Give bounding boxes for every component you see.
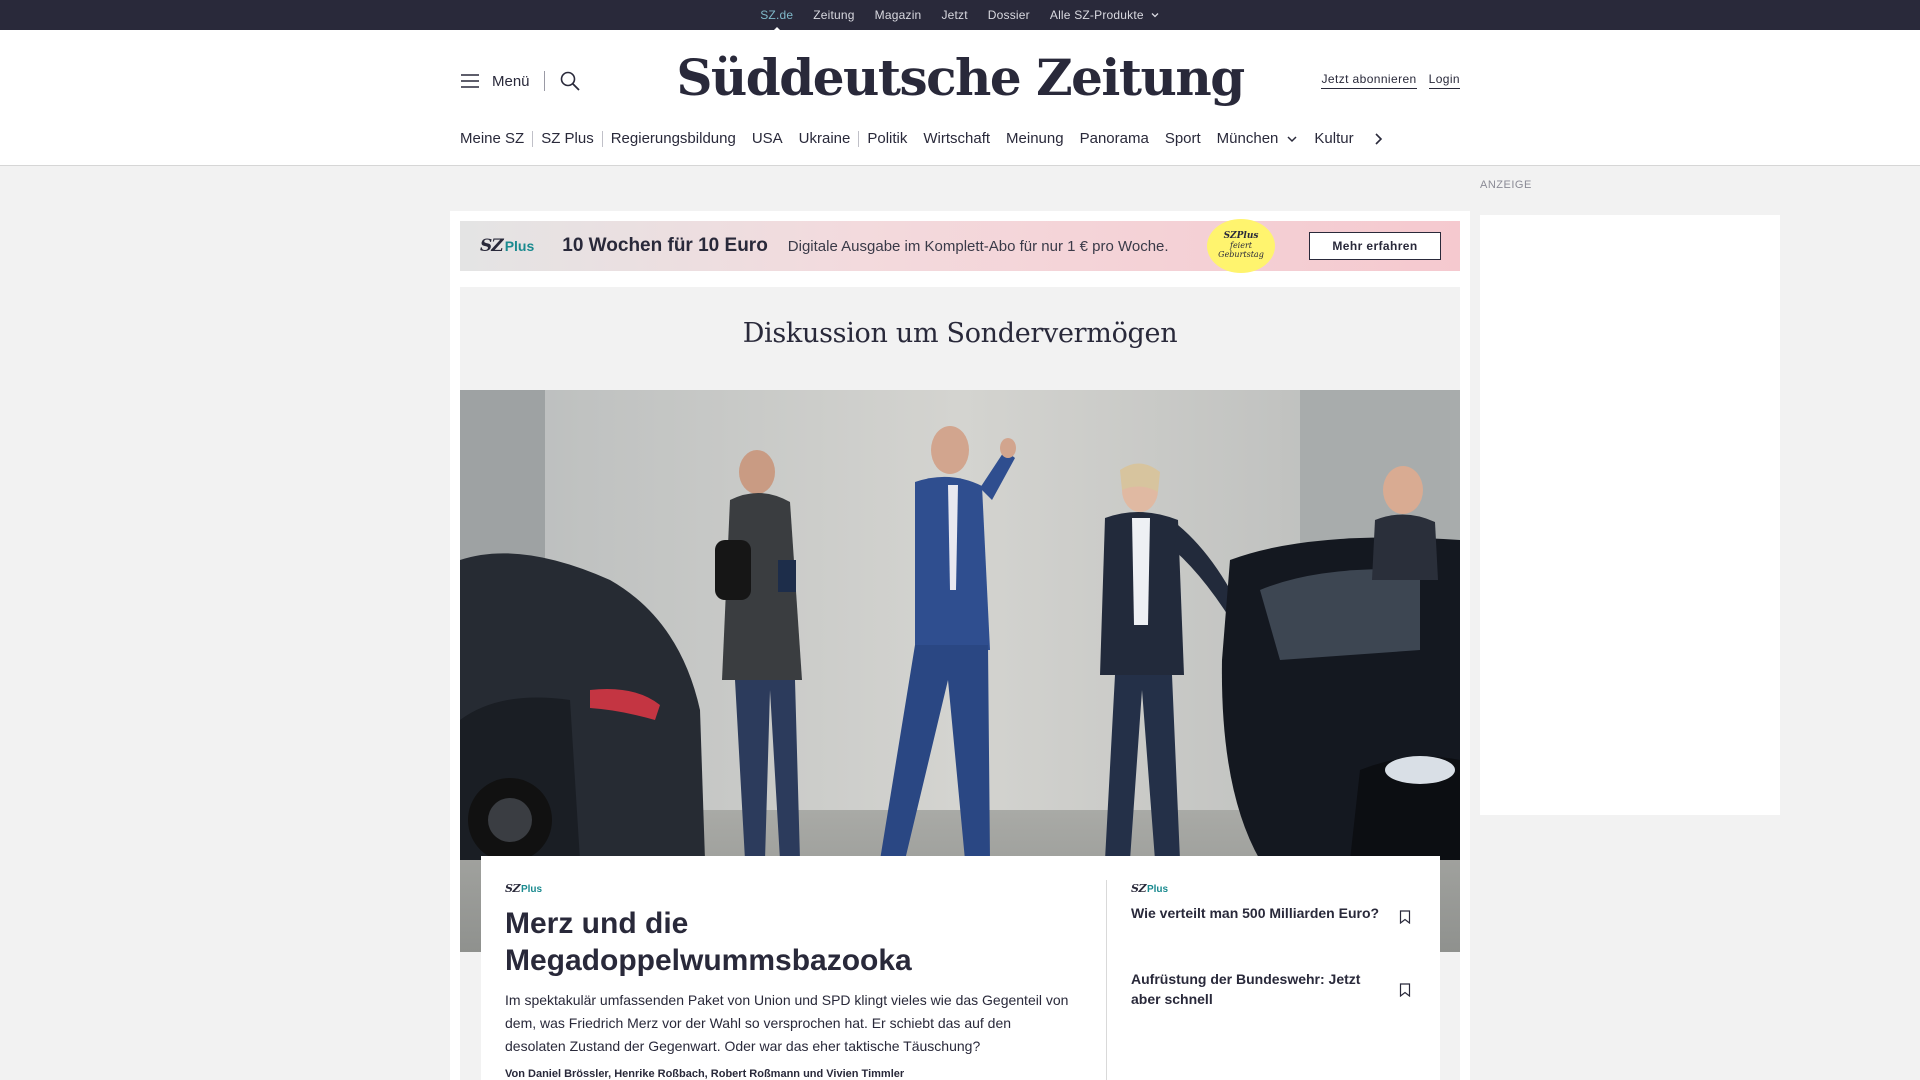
lead-article-authors: Von Daniel Brössler, Henrike Roßbach, Ro…	[505, 1068, 905, 1080]
side-article[interactable]: SZPlus Wie verteilt man 500 Milliarden E…	[1131, 882, 1421, 924]
topbar-link-sz-de[interactable]: SZ.de	[760, 8, 793, 32]
card-divider	[1106, 880, 1107, 1080]
bookmark-icon[interactable]	[1399, 910, 1411, 924]
lead-article[interactable]: SZPlus Merz und die Megadoppelwummsbazoo…	[505, 882, 1075, 1080]
nav-item-regierungsbildung[interactable]: Regierungsbildung	[603, 130, 744, 147]
promo-banner[interactable]: SZ Plus 10 Wochen für 10 Euro Digitale Au…	[460, 219, 1460, 273]
nav-item-usa[interactable]: USA	[744, 130, 791, 147]
topbar-link-magazin[interactable]: Magazin	[875, 8, 922, 22]
bookmark-icon[interactable]	[1399, 983, 1411, 997]
lead-article-title[interactable]: Merz und die Megadoppelwummsbazooka	[505, 905, 1075, 979]
topbar-link-alle-produkte-label: Alle SZ-Produkte	[1049, 8, 1144, 22]
article-card: SZPlus Merz und die Megadoppelwummsbazoo…	[481, 856, 1440, 1080]
nav-item-panorama[interactable]: Panorama	[1072, 130, 1157, 147]
chevron-down-icon	[1151, 13, 1159, 18]
side-article[interactable]: Aufrüstung der Bundeswehr: Jetzt aber sc…	[1131, 969, 1421, 1009]
side-article-title[interactable]: Aufrüstung der Bundeswehr: Jetzt aber sc…	[1131, 969, 1381, 1009]
top-bar: SZ.de Zeitung Magazin Jetzt Dossier Alle…	[0, 0, 1920, 32]
topbar-link-dossier[interactable]: Dossier	[988, 8, 1030, 22]
sz-plus-logo-sz: SZ	[480, 236, 504, 256]
promo-headline: 10 Wochen für 10 Euro	[562, 235, 768, 256]
sz-plus-logo-plus: Plus	[504, 238, 535, 254]
main-nav: Meine SZ SZ Plus Regierungsbildung USA U…	[460, 130, 1384, 147]
topbar-link-zeitung[interactable]: Zeitung	[813, 8, 854, 22]
account-links: Jetzt abonnieren Login	[1321, 72, 1460, 89]
hero-kicker[interactable]: Diskussion um Sondervermögen	[460, 318, 1460, 349]
nav-item-ukraine[interactable]: Ukraine	[791, 130, 859, 147]
sz-plus-badge-plus: Plus	[1146, 884, 1169, 895]
login-link[interactable]: Login	[1428, 72, 1460, 89]
sz-plus-badge: SZPlus	[1131, 882, 1421, 895]
chevron-down-icon	[1287, 135, 1297, 142]
sz-plus-badge-sz: SZ	[1131, 882, 1146, 895]
nav-item-meine-sz[interactable]: Meine SZ	[460, 130, 532, 147]
nav-item-sz-plus[interactable]: SZ Plus	[533, 130, 602, 147]
site-logo[interactable]: Süddeutsche Zeitung	[0, 48, 1920, 107]
nav-item-muenchen-label: München	[1216, 130, 1279, 147]
badge-line-3: Geburtstag	[1218, 249, 1264, 259]
chevron-right-icon[interactable]	[1372, 132, 1384, 146]
nav-item-meinung[interactable]: Meinung	[998, 130, 1072, 147]
topbar-link-jetzt[interactable]: Jetzt	[941, 8, 967, 22]
birthday-badge: SZPlus feiert Geburtstag	[1207, 219, 1275, 273]
topbar-link-alle-produkte[interactable]: Alle SZ-Produkte	[1050, 8, 1160, 22]
sz-plus-badge-plus: Plus	[520, 884, 543, 895]
nav-item-muenchen[interactable]: München	[1209, 130, 1307, 147]
site-header: Menü Süddeutsche Zeitung Jetzt abonniere…	[0, 30, 1920, 166]
promo-text: Digitale Ausgabe im Komplett-Abo für nur…	[787, 237, 1169, 255]
nav-item-wirtschaft[interactable]: Wirtschaft	[915, 130, 998, 147]
sz-plus-badge: SZPlus	[505, 882, 1075, 895]
sz-plus-badge-sz: SZ	[505, 882, 520, 895]
nav-item-politik[interactable]: Politik	[859, 130, 915, 147]
subscribe-link[interactable]: Jetzt abonnieren	[1321, 72, 1417, 89]
side-article-title[interactable]: Wie verteilt man 500 Milliarden Euro?	[1131, 903, 1381, 923]
sz-plus-logo: SZ Plus	[480, 236, 534, 256]
ad-label: ANZEIGE	[1480, 179, 1532, 191]
nav-item-sport[interactable]: Sport	[1157, 130, 1209, 147]
promo-more-button[interactable]: Mehr erfahren	[1309, 232, 1441, 260]
ad-slot	[1480, 215, 1780, 815]
nav-item-kultur[interactable]: Kultur	[1306, 130, 1361, 147]
lead-article-teaser: Im spektakulär umfassenden Paket von Uni…	[505, 992, 1069, 1054]
